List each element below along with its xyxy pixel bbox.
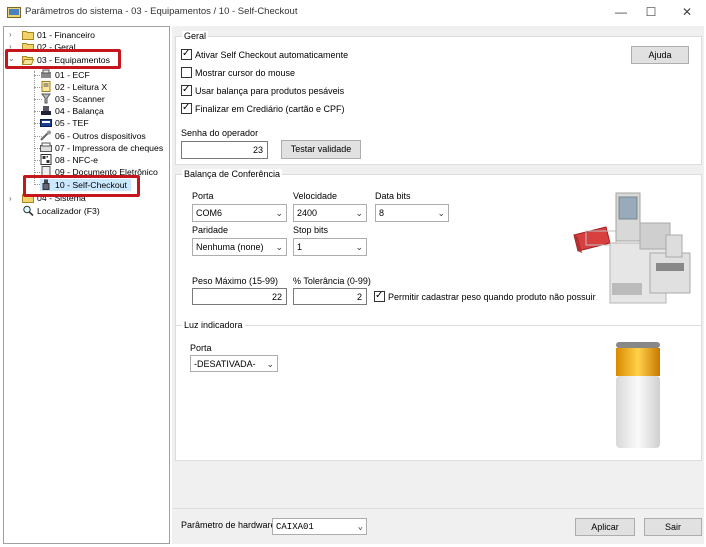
checkbox-permitir-cadastrar-peso[interactable]: Permitir cadastrar peso quando produto n… (374, 290, 596, 302)
expand-financeiro-icon[interactable]: › (9, 30, 12, 39)
tree-item-outros-dispositivos[interactable]: 06 - Outros dispositivos (40, 130, 146, 142)
tree-item-nfce[interactable]: 08 - NFC-e (40, 154, 98, 166)
hardware-label: Parâmetro de hardware (181, 520, 276, 530)
paridade-label: Paridade (192, 225, 229, 235)
porta-select[interactable]: COM6 ⌄ (192, 204, 287, 222)
tree-item-scanner[interactable]: 03 - Scanner (40, 93, 105, 105)
tower-light-image (616, 342, 660, 448)
group-balanca-conferencia: Balança de Conferência Porta COM6 ⌄ Veloc… (175, 169, 702, 337)
group-geral: Geral Ativar Self Checkout automaticamen… (175, 31, 702, 165)
check-printer-icon (40, 142, 52, 153)
chevron-down-icon: ⌄ (437, 208, 445, 218)
stopbits-select[interactable]: 1 ⌄ (293, 238, 367, 256)
tree-item-tef[interactable]: 05 - TEF (40, 117, 89, 129)
title-bar: Parâmetros do sistema - 03 - Equipamento… (0, 0, 706, 25)
chevron-down-icon: ⌄ (275, 208, 283, 218)
minimize-button[interactable]: — (606, 2, 636, 22)
checkbox-usar-balanca[interactable]: Usar balança para produtos pesáveis (181, 84, 344, 96)
tree-item-leitura-x[interactable]: 02 - Leitura X (40, 81, 107, 93)
chevron-down-icon: ⌄ (355, 208, 363, 218)
checkbox-box[interactable] (181, 67, 192, 78)
folder-icon (22, 29, 34, 40)
bottom-bar: Parâmetro de hardware CAIXA01 ⌄ Aplicar S… (172, 508, 704, 544)
checkbox-box[interactable] (181, 102, 192, 114)
app-icon (7, 7, 21, 18)
close-button[interactable]: ✕ (672, 2, 702, 22)
peso-maximo-label: Peso Máximo (15-99) (192, 276, 279, 286)
testar-validade-button[interactable]: Testar validade (281, 140, 361, 159)
senha-label: Senha do operador (181, 128, 259, 138)
chevron-down-icon: ⌄ (275, 242, 283, 252)
group-title: Geral (182, 31, 209, 41)
tools-icon (40, 130, 52, 141)
self-checkout-machine-image (573, 192, 691, 304)
ajuda-button[interactable]: Ajuda (631, 46, 689, 64)
document-icon (40, 81, 52, 92)
tree-item-ecf[interactable]: 01 - ECF (40, 69, 90, 81)
databits-label: Data bits (375, 191, 411, 201)
chevron-down-icon: ⌄ (266, 359, 274, 369)
tree-item-financeiro[interactable]: 01 - Financeiro (22, 29, 95, 41)
navigation-tree[interactable]: › 01 - Financeiro › 02 - Geral ⌄ 03 - Eq… (3, 26, 170, 544)
peso-maximo-input[interactable]: 22 (192, 288, 287, 305)
paridade-select[interactable]: Nenhuma (none) ⌄ (192, 238, 287, 256)
card-terminal-icon (40, 117, 52, 128)
checkbox-box[interactable] (374, 290, 385, 302)
tree-item-localizador[interactable]: Localizador (F3) (22, 205, 100, 217)
databits-select[interactable]: 8 ⌄ (375, 204, 449, 222)
luz-porta-label: Porta (190, 343, 212, 353)
maximize-button[interactable]: ☐ (636, 2, 666, 22)
luz-porta-select[interactable]: -DESATIVADA- ⌄ (190, 355, 278, 372)
tolerancia-label: % Tolerância (0-99) (293, 276, 371, 286)
main-panel: Geral Ativar Self Checkout automaticamen… (172, 26, 704, 544)
checkbox-box[interactable] (181, 84, 192, 96)
magnifier-icon (22, 205, 34, 217)
tree-item-impressora-cheques[interactable]: 07 - Impressora de cheques (40, 142, 163, 154)
group-title: Balança de Conferência (182, 169, 283, 179)
chevron-down-icon: ⌄ (355, 242, 363, 252)
highlight-equipamentos (5, 49, 121, 69)
stopbits-label: Stop bits (293, 225, 329, 235)
group-title: Luz indicadora (182, 320, 245, 330)
printer-icon (40, 69, 52, 80)
window-title: Parâmetros do sistema - 03 - Equipamento… (25, 6, 298, 17)
qr-code-icon (40, 154, 52, 165)
tree-item-balanca[interactable]: 04 - Balança (40, 105, 104, 117)
hardware-select[interactable]: CAIXA01 ⌄ (272, 518, 367, 535)
velocidade-select[interactable]: 2400 ⌄ (293, 204, 367, 222)
group-luz-indicadora: Luz indicadora Porta -DESATIVADA- ⌄ (175, 320, 702, 461)
tolerancia-input[interactable]: 2 (293, 288, 367, 305)
porta-label: Porta (192, 191, 214, 201)
sair-button[interactable]: Sair (644, 518, 702, 536)
aplicar-button[interactable]: Aplicar (575, 518, 635, 536)
senha-input[interactable]: 23 (181, 141, 268, 159)
scale-icon (40, 105, 52, 116)
checkbox-mostrar-cursor[interactable]: Mostrar cursor do mouse (181, 67, 295, 78)
expand-sistema-icon[interactable]: › (9, 194, 12, 203)
chevron-down-icon: ⌄ (357, 522, 363, 532)
scanner-icon (40, 93, 52, 104)
checkbox-box[interactable] (181, 48, 192, 60)
checkbox-finalizar-crediario[interactable]: Finalizar em Crediário (cartão e CPF) (181, 102, 345, 114)
checkbox-ativar-self-checkout[interactable]: Ativar Self Checkout automaticamente (181, 48, 348, 60)
highlight-self-checkout (23, 175, 140, 197)
velocidade-label: Velocidade (293, 191, 338, 201)
